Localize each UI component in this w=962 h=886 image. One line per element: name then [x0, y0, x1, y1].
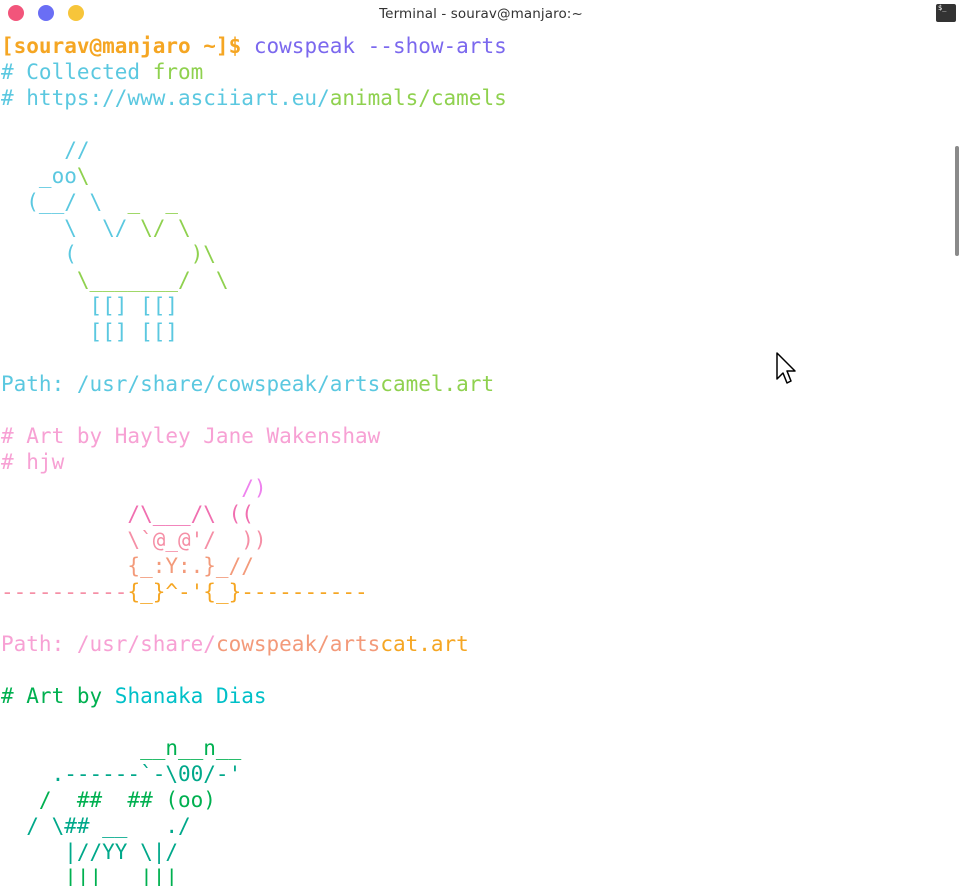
terminal-line: [[] [[] [1, 293, 951, 319]
terminal-line: [sourav@manjaro ~]$ cowspeak --show-arts [1, 33, 951, 59]
terminal-text: \ [76, 164, 90, 188]
terminal-line: / \## __ ./ [1, 813, 951, 839]
terminal-line: # hjw [1, 449, 951, 475]
terminal-line: \_______/ \ [1, 267, 951, 293]
terminal-text: cat.art [380, 632, 469, 656]
mouse-pointer-icon [776, 352, 796, 384]
terminal-text: {_:Y:.}_// [1, 554, 254, 578]
terminal-text: /\___/\ (( [1, 502, 254, 526]
terminal-line: // [1, 137, 951, 163]
terminal-text: \ \/ [1, 216, 141, 240]
terminal-line: /) [1, 475, 951, 501]
terminal-line: /\___/\ (( [1, 501, 951, 527]
terminal-icon-glyph: $_ [938, 4, 947, 12]
terminal-text: (__/ \ [1, 190, 128, 214]
terminal-text: ---------- [1, 580, 128, 604]
terminal-text: / ## ## (oo) [1, 788, 216, 812]
terminal-text: Shanaka Dias [114, 684, 267, 708]
terminal-text: # Art by Hayley Jane Wakenshaw [1, 424, 381, 448]
terminal-text: |//YY \|/ [1, 840, 179, 864]
terminal-text: .------`-\00/-' [1, 762, 242, 786]
terminal-text: _ _ [127, 190, 179, 214]
terminal-text: # Collected [1, 60, 153, 84]
terminal-icon[interactable]: $_ [936, 4, 956, 22]
terminal-line: # Art by Hayley Jane Wakenshaw [1, 423, 951, 449]
terminal-text: \`@_@'/ )) [1, 528, 267, 552]
terminal-text: /) [1, 476, 267, 500]
terminal-text: ||| ||| [1, 866, 179, 886]
terminal-text: Path: /usr/share/ [1, 632, 216, 656]
window-title: Terminal - sourav@manjaro:~ [379, 6, 583, 22]
terminal-text: camel.art [380, 372, 495, 396]
terminal-text: __n__n__ [1, 736, 242, 760]
terminal-text: // [1, 138, 90, 162]
scrollbar[interactable] [955, 146, 959, 256]
terminal-text: / \## __ ./ [1, 814, 191, 838]
terminal-line: Path: /usr/share/cowspeak/artscat.art [1, 631, 951, 657]
terminal-text: cowspeak/arts [215, 632, 381, 656]
terminal-window: Terminal - sourav@manjaro:~ $_ [sourav@m… [0, 0, 962, 886]
terminal-text: [[] [[] [1, 294, 179, 318]
terminal-text: # hjw [1, 450, 65, 474]
terminal-line: \`@_@'/ )) [1, 527, 951, 553]
terminal-line: \ \/ \/ \ [1, 215, 951, 241]
terminal-text: )\ [190, 242, 216, 266]
terminal-line: |//YY \|/ [1, 839, 951, 865]
terminal-text: [[] [[] [1, 320, 179, 344]
terminal-line: __n__n__ [1, 735, 951, 761]
terminal-text: Path: /usr/share/cowspeak/arts [1, 372, 381, 396]
terminal-line: # Collected from [1, 59, 951, 85]
terminal-output[interactable]: [sourav@manjaro ~]$ cowspeak --show-arts… [1, 33, 951, 886]
terminal-text: [sourav@manjaro ~]$ [1, 34, 254, 58]
terminal-text: # Art by [1, 684, 115, 708]
terminal-line: _oo\ [1, 163, 951, 189]
terminal-text: _oo [1, 164, 77, 188]
terminal-text: from [152, 60, 204, 84]
terminal-line: Path: /usr/share/cowspeak/artscamel.art [1, 371, 951, 397]
terminal-text: \/ \ [140, 216, 191, 240]
terminal-text: cowspeak --show-arts [253, 34, 507, 58]
title-bar: Terminal - sourav@manjaro:~ $_ [0, 0, 962, 28]
terminal-line: [[] [[] [1, 319, 951, 345]
terminal-line: .------`-\00/-' [1, 761, 951, 787]
terminal-line: / ## ## (oo) [1, 787, 951, 813]
terminal-line: # https://www.asciiart.eu/animals/camels [1, 85, 951, 111]
terminal-line: ||| ||| [1, 865, 951, 886]
terminal-line: {_:Y:.}_// [1, 553, 951, 579]
terminal-text: animals/camels [329, 86, 507, 110]
terminal-line: # Art by Shanaka Dias [1, 683, 951, 709]
terminal-line: ----------{_}^-'{_}---------- [1, 579, 951, 605]
terminal-text: \_______/ \ [1, 268, 229, 292]
terminal-text: ( [1, 242, 191, 266]
terminal-line: ( )\ [1, 241, 951, 267]
terminal-text: {_}^-'{_}---------- [127, 580, 368, 604]
terminal-line: (__/ \ _ _ [1, 189, 951, 215]
terminal-text: # https://www.asciiart.eu/ [1, 86, 330, 110]
